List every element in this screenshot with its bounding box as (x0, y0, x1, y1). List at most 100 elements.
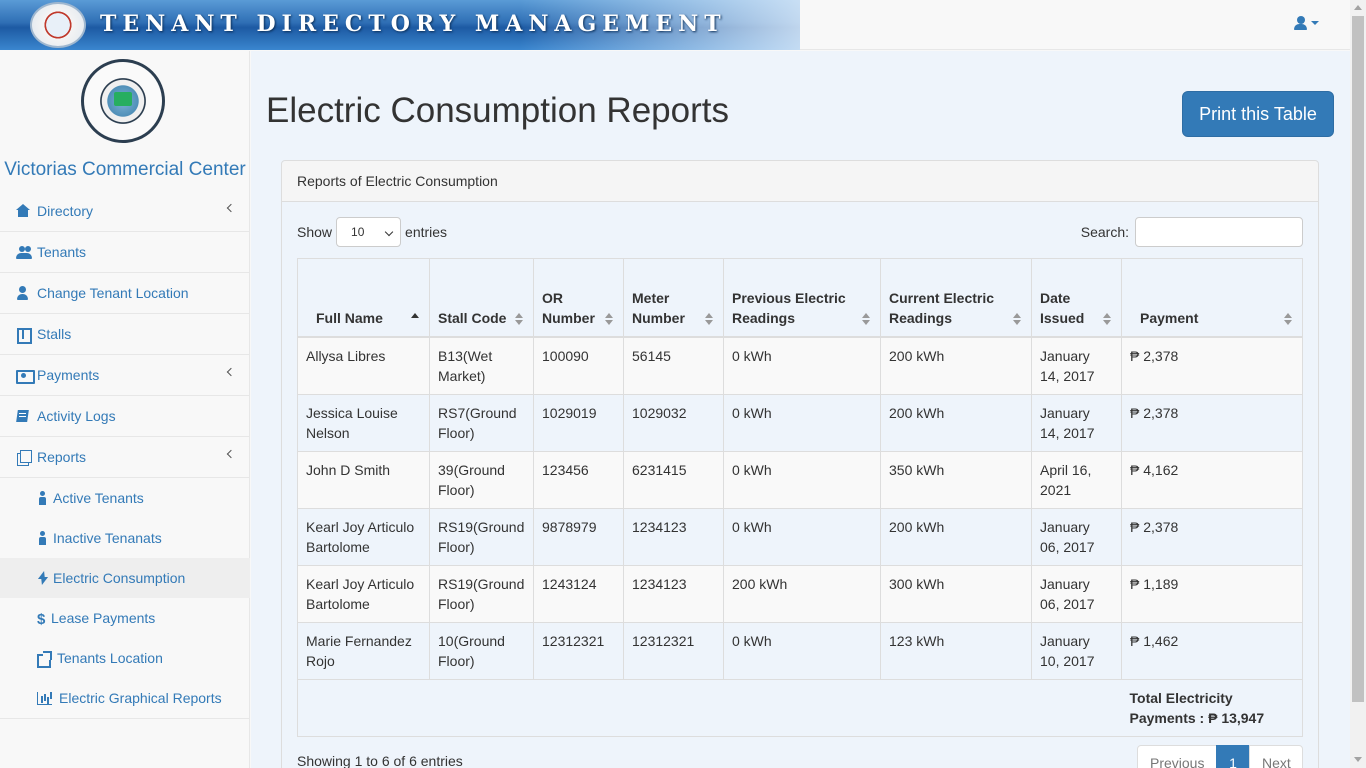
column-header-date-issued[interactable]: Date Issued (1031, 258, 1122, 338)
money-icon (16, 368, 35, 384)
search-label: Search: (1080, 224, 1129, 240)
cell-stall-code: 39(Ground Floor) (429, 450, 534, 509)
cell-date-issued: April 16, 2021 (1031, 450, 1122, 509)
cell-current-readings: 200 kWh (880, 393, 1032, 452)
page-1-button[interactable]: 1 (1216, 745, 1250, 768)
cell-meter-number: 1234123 (623, 564, 724, 623)
cell-current-readings: 123 kWh (880, 621, 1032, 680)
sidebar-item-tenants-location[interactable]: Tenants Location (0, 638, 250, 678)
sort-icon (862, 312, 870, 325)
scroll-up-arrow-icon[interactable] (1354, 5, 1362, 10)
table-row: Jessica Louise Nelson RS7(Ground Floor) 10… (297, 393, 1303, 452)
page-scrollbar[interactable] (1350, 0, 1366, 768)
table-header-row: Full Name Stall Code OR Number Meter Num… (297, 258, 1303, 338)
sidebar-item-label: Directory (37, 203, 94, 219)
search-input[interactable] (1135, 217, 1303, 247)
user-icon (16, 286, 32, 300)
banner: TENANT DIRECTORY MANAGEMENT (0, 0, 800, 50)
chevron-down-icon (384, 227, 394, 237)
sidebar-item-tenants[interactable]: Tenants (0, 232, 250, 273)
sidebar-item-label: Active Tenants (53, 490, 144, 506)
cell-stall-code: B13(Wet Market) (429, 336, 534, 395)
cell-current-readings: 300 kWh (880, 564, 1032, 623)
scroll-down-arrow-icon[interactable] (1354, 757, 1362, 762)
column-header-full-name[interactable]: Full Name (297, 258, 430, 338)
pagination: Previous 1 Next (1137, 745, 1303, 768)
sidebar-item-label: Lease Payments (51, 610, 156, 626)
bar-chart-icon (37, 691, 55, 705)
column-header-stall-code[interactable]: Stall Code (429, 258, 534, 338)
sidebar-item-payments[interactable]: Payments (0, 355, 250, 396)
cell-or-number: 100090 (533, 336, 624, 395)
next-page-button[interactable]: Next (1249, 745, 1303, 768)
sort-icon (515, 312, 523, 325)
cell-or-number: 12312321 (533, 621, 624, 680)
report-panel: Reports of Electric Consumption Show 10 … (281, 160, 1319, 768)
sidebar-item-inactive-tenants[interactable]: Inactive Tenanats (0, 518, 250, 558)
reports-submenu: Active Tenants Inactive Tenanats Electri… (0, 478, 250, 719)
cell-stall-code: 10(Ground Floor) (429, 621, 534, 680)
cell-payment: ₱ 2,378 (1121, 393, 1303, 452)
cell-full-name: Kearl Joy Articulo Bartolome (297, 507, 430, 566)
column-header-or-number[interactable]: OR Number (533, 258, 624, 338)
cell-payment: ₱ 2,378 (1121, 507, 1303, 566)
print-table-button[interactable]: Print this Table (1182, 91, 1334, 137)
cell-or-number: 1243124 (533, 564, 624, 623)
page-title: Electric Consumption Reports (266, 91, 729, 130)
cell-current-readings: 200 kWh (880, 336, 1032, 395)
column-header-payment[interactable]: Payment (1121, 258, 1303, 338)
total-row: Total Electricity Payments : ₱ 13,947 (297, 678, 1303, 737)
sidebar-item-activity-logs[interactable]: Activity Logs (0, 396, 250, 437)
previous-page-button[interactable]: Previous (1137, 745, 1217, 768)
cell-meter-number: 56145 (623, 336, 724, 395)
cell-previous-readings: 0 kWh (723, 336, 881, 395)
cell-full-name: John D Smith (297, 450, 430, 509)
cell-payment: ₱ 1,462 (1121, 621, 1303, 680)
column-header-meter-number[interactable]: Meter Number (623, 258, 724, 338)
scrollbar-thumb[interactable] (1352, 16, 1364, 702)
sidebar-item-active-tenants[interactable]: Active Tenants (0, 478, 250, 518)
table-row: Allysa Libres B13(Wet Market) 100090 56145 0… (297, 336, 1303, 395)
cell-previous-readings: 0 kWh (723, 621, 881, 680)
sort-icon (605, 312, 613, 325)
logs-icon (16, 409, 32, 423)
male-icon (37, 531, 49, 545)
external-link-icon (37, 651, 53, 668)
sidebar-item-label: Reports (37, 449, 87, 465)
cell-stall-code: RS7(Ground Floor) (429, 393, 534, 452)
sidebar-item-stalls[interactable]: Stalls (0, 314, 250, 355)
column-header-current-readings[interactable]: Current Electric Readings (880, 258, 1032, 338)
brand-title[interactable]: Victorias Commercial Center (0, 159, 250, 181)
sidebar-item-lease-payments[interactable]: $ Lease Payments (0, 598, 250, 638)
table-row: Kearl Joy Articulo Bartolome RS19(Ground … (297, 564, 1303, 623)
chevron-left-icon (226, 203, 236, 213)
cell-previous-readings: 0 kWh (723, 393, 881, 452)
sidebar-item-label: Electric Consumption (53, 570, 186, 586)
cell-meter-number: 1029032 (623, 393, 724, 452)
cell-date-issued: January 14, 2017 (1031, 336, 1122, 395)
cell-stall-code: RS19(Ground Floor) (429, 507, 534, 566)
table-row: Kearl Joy Articulo Bartolome RS19(Ground … (297, 507, 1303, 566)
sidebar-item-label: Tenants (37, 244, 87, 260)
sidebar-item-electric-consumption[interactable]: Electric Consumption (0, 558, 250, 598)
sort-icon (1013, 312, 1021, 325)
user-menu-dropdown[interactable] (1294, 15, 1319, 31)
table-row: Marie Fernandez Rojo 10(Ground Floor) 1231… (297, 621, 1303, 680)
sort-icon (705, 312, 713, 325)
cell-date-issued: January 10, 2017 (1031, 621, 1122, 680)
sidebar-item-change-tenant-location[interactable]: Change Tenant Location (0, 273, 250, 314)
caret-down-icon (1311, 21, 1319, 25)
sidebar: Victorias Commercial Center Directory Te… (0, 51, 250, 768)
sidebar-item-directory[interactable]: Directory (0, 191, 250, 232)
column-header-previous-readings[interactable]: Previous Electric Readings (723, 258, 881, 338)
panel-heading: Reports of Electric Consumption (282, 161, 1318, 202)
reports-icon (16, 450, 32, 466)
cell-date-issued: January 14, 2017 (1031, 393, 1122, 452)
banner-title: TENANT DIRECTORY MANAGEMENT (100, 11, 727, 37)
entries-control: Show 10 entries (297, 217, 447, 247)
sidebar-item-electric-graphical-reports[interactable]: Electric Graphical Reports (0, 678, 250, 718)
entries-select[interactable]: 10 (336, 217, 402, 247)
sidebar-item-label: Stalls (37, 326, 72, 342)
sidebar-item-reports[interactable]: Reports (0, 437, 250, 478)
total-payments: Total Electricity Payments : ₱ 13,947 (1121, 678, 1303, 737)
